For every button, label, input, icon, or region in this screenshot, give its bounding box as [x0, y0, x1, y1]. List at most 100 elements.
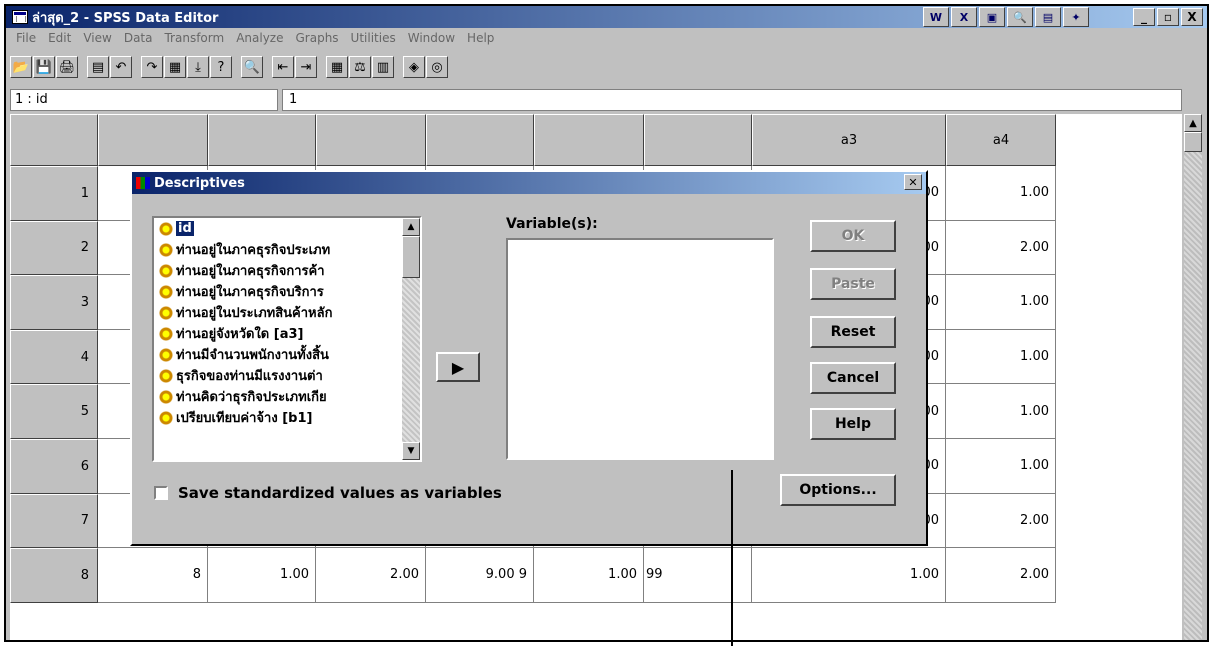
vertical-scrollbar[interactable]: ▲ — [1184, 114, 1202, 640]
column-header[interactable] — [644, 114, 752, 166]
row-header[interactable]: 2 — [10, 220, 98, 276]
open-icon[interactable]: 📂 — [10, 56, 32, 78]
source-list-scrollbar[interactable]: ▲ ▼ — [402, 218, 420, 460]
row-header[interactable]: 3 — [10, 275, 98, 330]
row-header[interactable]: 5 — [10, 384, 98, 439]
print-icon[interactable]: 🖨 — [56, 56, 78, 78]
find-icon[interactable]: 🔍 — [241, 56, 263, 78]
data-cell[interactable]: 2.00 — [946, 220, 1056, 276]
list-scroll-down-icon[interactable]: ▼ — [402, 442, 420, 460]
source-variable-item[interactable]: ธุรกิจของท่านมีแรงงานต่า — [154, 365, 400, 386]
source-variable-list[interactable]: id ท่านอยู่ในภาคธุรกิจประเภท ท่านอยู่ในภาค… — [152, 216, 422, 462]
column-header[interactable] — [98, 114, 208, 166]
menu-utilities[interactable]: Utilities — [345, 31, 402, 45]
dialog-close-button[interactable]: ✕ — [904, 174, 922, 190]
data-cell[interactable]: 99 — [644, 548, 752, 603]
tray-icon[interactable]: ▣ — [979, 7, 1005, 27]
list-scroll-up-icon[interactable]: ▲ — [402, 218, 420, 236]
numeric-variable-icon — [158, 409, 174, 426]
data-cell[interactable]: 9.00 9 — [426, 548, 534, 603]
data-cell[interactable]: 2.00 — [946, 548, 1056, 603]
options-button[interactable]: Options... — [780, 474, 896, 506]
data-cell[interactable]: 1.00 — [946, 275, 1056, 330]
tray-icon[interactable]: X — [951, 7, 977, 27]
menu-window[interactable]: Window — [402, 31, 461, 45]
tray-icon[interactable]: 🔍 — [1007, 7, 1033, 27]
tray-icon[interactable]: ✦ — [1063, 7, 1089, 27]
goto-chart-icon[interactable]: ▦ — [164, 56, 186, 78]
insert-case-icon[interactable]: ⇤ — [272, 56, 294, 78]
menu-edit[interactable]: Edit — [42, 31, 77, 45]
source-variable-item[interactable]: ท่านอยู่ในภาคธุรกิจประเภท — [154, 239, 400, 260]
source-variable-item[interactable]: id — [154, 218, 400, 239]
insert-variable-icon[interactable]: ⇥ — [295, 56, 317, 78]
row-header[interactable]: 4 — [10, 329, 98, 385]
tray-icon[interactable]: W — [923, 7, 949, 27]
goto-case-icon[interactable]: ⤓ — [187, 56, 209, 78]
data-cell[interactable]: 1.00 — [752, 548, 946, 603]
dialog-recall-icon[interactable]: ▤ — [87, 56, 109, 78]
tray-icon[interactable]: ▤ — [1035, 7, 1061, 27]
data-cell[interactable]: 1.00 — [946, 439, 1056, 494]
column-header[interactable]: a3 — [752, 114, 946, 166]
source-variable-item[interactable]: ท่านมีจำนวนพนักงานทั้งสิ้น — [154, 344, 400, 365]
source-variable-item[interactable]: ท่านคิดว่าธุรกิจประเภทเกีย — [154, 386, 400, 407]
move-variable-button[interactable]: ▶ — [436, 352, 480, 382]
source-variable-item[interactable]: ท่านอยู่ในภาคธุรกิจการค้า — [154, 260, 400, 281]
column-header[interactable] — [316, 114, 426, 166]
variables-icon[interactable]: ? — [210, 56, 232, 78]
data-cell[interactable]: 8 — [98, 548, 208, 603]
data-cell[interactable]: 1.00 — [534, 548, 644, 603]
help-button[interactable]: Help — [810, 408, 896, 440]
data-cell[interactable]: 1.00 — [946, 166, 1056, 221]
source-variable-item[interactable]: ท่านอยู่ในภาคธุรกิจบริการ — [154, 281, 400, 302]
toolbar: 📂 💾 🖨 ▤ ↶ ↷ ▦ ⤓? 🔍 ⇤ ⇥ ▦ ⚖ ▥ ◈ ◎ — [6, 52, 1207, 82]
list-scroll-thumb[interactable] — [402, 236, 420, 278]
menu-data[interactable]: Data — [118, 31, 159, 45]
scroll-thumb[interactable] — [1184, 132, 1202, 152]
save-standardized-option[interactable]: Save standardized values as variables — [154, 484, 502, 502]
save-icon[interactable]: 💾 — [33, 56, 55, 78]
data-cell[interactable]: 2.00 — [946, 493, 1056, 549]
cancel-button[interactable]: Cancel — [810, 362, 896, 394]
row-header[interactable]: 1 — [10, 166, 98, 221]
menu-help[interactable]: Help — [461, 31, 500, 45]
menu-transform[interactable]: Transform — [158, 31, 230, 45]
source-variable-item[interactable]: ท่านอยู่จังหวัดใด [a3] — [154, 323, 400, 344]
restore-button[interactable]: ▫ — [1157, 8, 1179, 26]
menu-graphs[interactable]: Graphs — [289, 31, 344, 45]
row-header[interactable]: 6 — [10, 439, 98, 494]
data-cell[interactable]: 1.00 — [946, 329, 1056, 385]
close-button[interactable]: X — [1181, 8, 1203, 26]
split-file-icon[interactable]: ▦ — [326, 56, 348, 78]
minimize-button[interactable]: _ — [1133, 8, 1155, 26]
cell-editor-input[interactable]: 1 — [282, 89, 1182, 111]
select-cases-icon[interactable]: ▥ — [372, 56, 394, 78]
use-sets-icon[interactable]: ◎ — [426, 56, 448, 78]
data-cell[interactable]: 1.00 — [946, 384, 1056, 439]
selected-variables-list[interactable] — [506, 238, 774, 460]
column-header[interactable] — [534, 114, 644, 166]
row-header[interactable]: 8 — [10, 548, 98, 603]
value-labels-icon[interactable]: ◈ — [403, 56, 425, 78]
undo-icon[interactable]: ↶ — [110, 56, 132, 78]
source-variable-item[interactable]: เปรียบเทียบค่าจ้าง [b1] — [154, 407, 400, 428]
menu-analyze[interactable]: Analyze — [230, 31, 289, 45]
reset-button[interactable]: Reset — [810, 316, 896, 348]
data-cell[interactable]: 1.00 — [208, 548, 316, 603]
data-cell[interactable]: 2.00 — [316, 548, 426, 603]
menu-file[interactable]: File — [10, 31, 42, 45]
save-standardized-checkbox[interactable] — [154, 486, 168, 500]
column-header[interactable] — [208, 114, 316, 166]
redo-icon[interactable]: ↷ — [141, 56, 163, 78]
weight-cases-icon[interactable]: ⚖ — [349, 56, 371, 78]
spss-app-icon[interactable] — [12, 10, 28, 24]
column-header[interactable]: a4 — [946, 114, 1056, 166]
row-header[interactable]: 7 — [10, 493, 98, 549]
menu-view[interactable]: View — [77, 31, 117, 45]
scroll-up-arrow-icon[interactable]: ▲ — [1184, 114, 1202, 132]
ok-button[interactable]: OK — [810, 220, 896, 252]
paste-button[interactable]: Paste — [810, 268, 896, 300]
source-variable-item[interactable]: ท่านอยู่ในประเภทสินค้าหลัก — [154, 302, 400, 323]
column-header[interactable] — [426, 114, 534, 166]
